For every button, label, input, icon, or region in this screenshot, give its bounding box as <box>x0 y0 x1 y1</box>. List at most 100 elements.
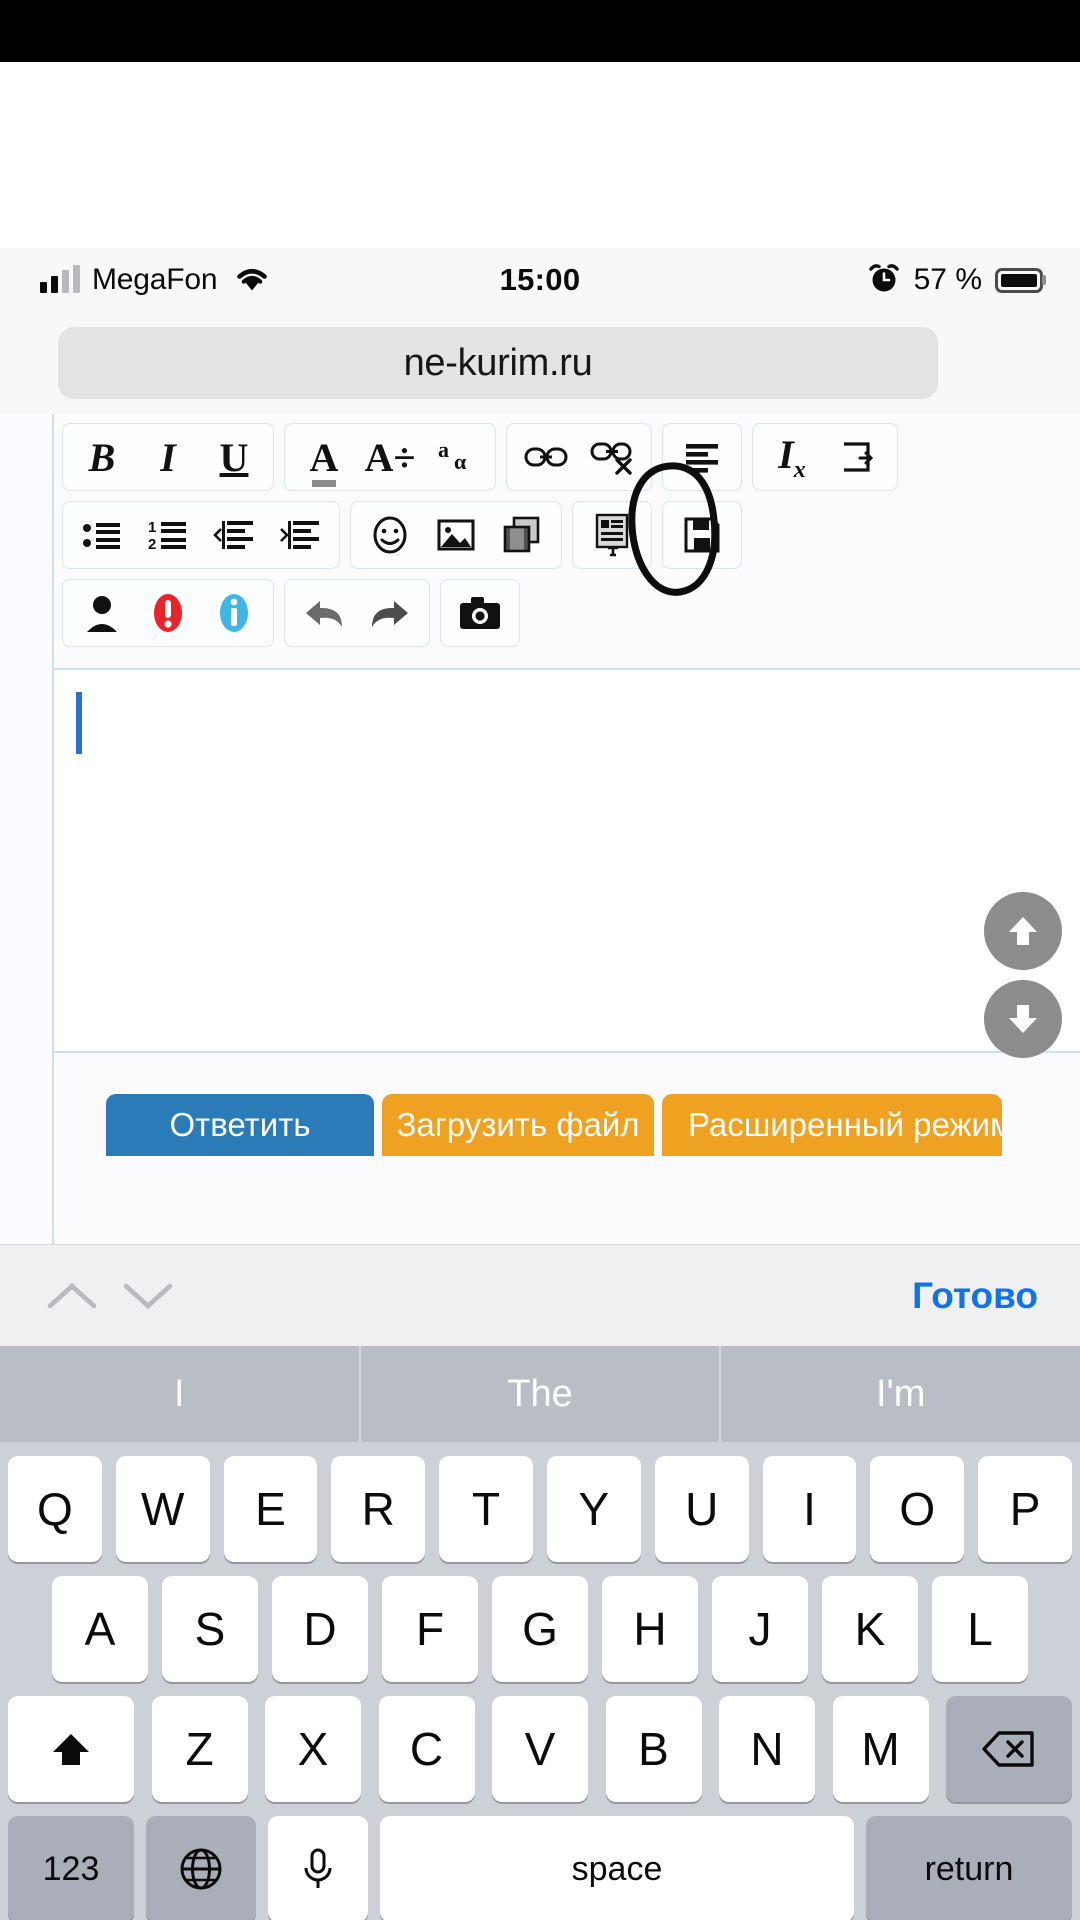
outdent-icon[interactable] <box>201 506 267 564</box>
backspace-icon[interactable] <box>946 1696 1072 1802</box>
toolbar-group-text-style: B I U <box>62 423 274 491</box>
svg-text:1: 1 <box>148 519 156 536</box>
underline-button[interactable]: U <box>201 428 267 486</box>
keyboard-row-2: A S D F G H J K L <box>0 1576 1080 1682</box>
key-q[interactable]: Q <box>8 1456 102 1562</box>
toolbar-row-1: B I U A A÷ a α Ix <box>54 418 1080 496</box>
keyboard-done-button[interactable]: Готово <box>912 1275 1038 1317</box>
undo-arrow-icon[interactable] <box>291 584 357 642</box>
key-d[interactable]: D <box>272 1576 368 1682</box>
microphone-icon[interactable] <box>268 1816 368 1920</box>
chevron-up-icon[interactable] <box>34 1258 110 1334</box>
indent-icon[interactable] <box>267 506 333 564</box>
message-textarea[interactable] <box>54 668 1080 1053</box>
key-g[interactable]: G <box>492 1576 588 1682</box>
key-t[interactable]: T <box>439 1456 533 1562</box>
toolbar-row-2: 1 2 <box>54 496 1080 574</box>
key-r[interactable]: R <box>331 1456 426 1562</box>
space-key[interactable]: space <box>380 1816 854 1920</box>
image-icon[interactable] <box>423 506 489 564</box>
toolbar-group-clear: Ix <box>752 423 898 491</box>
toolbar-group-lists: 1 2 <box>62 501 340 569</box>
key-v[interactable]: V <box>492 1696 588 1802</box>
font-color-button[interactable]: A <box>291 428 357 487</box>
unlink-icon[interactable] <box>579 428 645 486</box>
key-z[interactable]: Z <box>151 1696 248 1802</box>
toolbar-group-status <box>62 579 274 647</box>
url-text: ne-kurim.ru <box>403 341 593 384</box>
suggestion-item[interactable]: The <box>358 1346 720 1442</box>
return-key[interactable]: return <box>866 1816 1072 1920</box>
info-icon[interactable] <box>201 584 267 642</box>
italic-button[interactable]: I <box>135 428 201 486</box>
toolbar-group-template <box>572 501 652 569</box>
redo-arrow-icon[interactable] <box>357 584 423 642</box>
key-j[interactable]: J <box>712 1576 808 1682</box>
camera-icon[interactable] <box>447 584 513 642</box>
key-s[interactable]: S <box>162 1576 258 1682</box>
status-bar: MegaFon 15:00 57 % <box>0 248 1080 312</box>
font-family-button[interactable]: a α <box>423 428 489 486</box>
key-l[interactable]: L <box>932 1576 1028 1682</box>
scroll-up-arrow-icon[interactable] <box>984 892 1062 970</box>
svg-text:α: α <box>454 449 467 474</box>
globe-icon[interactable] <box>146 1816 256 1920</box>
bullet-list-icon[interactable] <box>69 506 135 564</box>
key-h[interactable]: H <box>602 1576 698 1682</box>
key-y[interactable]: Y <box>546 1456 641 1562</box>
link-icon[interactable] <box>513 428 579 486</box>
key-u[interactable]: U <box>654 1456 749 1562</box>
key-w[interactable]: W <box>115 1456 210 1562</box>
letterbox-top <box>0 0 1080 62</box>
svg-text:a: a <box>438 437 449 462</box>
suggestion-item[interactable]: I'm <box>719 1346 1080 1442</box>
media-icon[interactable] <box>489 506 555 564</box>
smiley-icon[interactable] <box>357 506 423 564</box>
font-size-button[interactable]: A÷ <box>357 428 423 486</box>
text-cursor <box>76 692 82 754</box>
chevron-down-icon[interactable] <box>110 1258 186 1334</box>
key-b[interactable]: B <box>605 1696 702 1802</box>
svg-text:2: 2 <box>148 536 156 553</box>
key-p[interactable]: P <box>978 1456 1072 1562</box>
toolbar-group-link <box>506 423 652 491</box>
remove-format-button[interactable]: Ix <box>759 428 825 486</box>
numbers-key[interactable]: 123 <box>8 1816 134 1920</box>
browser-toolbar: ne-kurim.ru <box>0 312 1080 414</box>
reply-button[interactable]: Ответить <box>106 1094 374 1156</box>
toolbar-group-history <box>284 579 430 647</box>
advanced-mode-button[interactable]: Расширенный режим… <box>662 1094 1002 1156</box>
key-o[interactable]: O <box>870 1456 965 1562</box>
key-f[interactable]: F <box>382 1576 478 1682</box>
key-m[interactable]: M <box>832 1696 929 1802</box>
suggestion-item[interactable]: I <box>0 1346 359 1442</box>
key-a[interactable]: A <box>52 1576 148 1682</box>
editor-toolbar: B I U A A÷ a α Ix 1 2 <box>54 414 1080 652</box>
shift-arrow-icon[interactable] <box>8 1696 134 1802</box>
editor-action-buttons: Ответить Загрузить файл Расширенный режи… <box>106 1094 1002 1156</box>
upload-file-button[interactable]: Загрузить файл <box>382 1094 654 1156</box>
source-icon[interactable] <box>825 428 891 486</box>
forum-post-editor: B I U A A÷ a α Ix 1 2 Ответить Загрузить… <box>52 414 1080 1244</box>
key-c[interactable]: C <box>378 1696 475 1802</box>
toolbar-group-align <box>662 423 742 491</box>
scroll-down-arrow-icon[interactable] <box>984 980 1062 1058</box>
key-n[interactable]: N <box>719 1696 815 1802</box>
autocomplete-suggestions: I The I'm <box>0 1346 1080 1442</box>
user-icon[interactable] <box>69 584 135 642</box>
phone-screen: MegaFon 15:00 57 % ne-kurim.ru B I U A A… <box>0 62 1080 1920</box>
toolbar-group-media <box>350 501 562 569</box>
align-left-icon[interactable] <box>669 428 735 486</box>
numbered-list-icon[interactable]: 1 2 <box>135 506 201 564</box>
onscreen-keyboard: I The I'm Q W E R T Y U I O P A S D F G … <box>0 1346 1080 1920</box>
key-e[interactable]: E <box>223 1456 318 1562</box>
key-k[interactable]: K <box>822 1576 918 1682</box>
document-preview-icon[interactable] <box>579 506 645 564</box>
status-bar-clock: 15:00 <box>499 262 581 297</box>
address-bar[interactable]: ne-kurim.ru <box>58 327 938 399</box>
bold-button[interactable]: B <box>69 428 135 486</box>
warning-icon[interactable] <box>135 584 201 642</box>
floppy-save-icon[interactable] <box>669 506 735 564</box>
key-i[interactable]: I <box>762 1456 857 1562</box>
key-x[interactable]: X <box>265 1696 361 1802</box>
